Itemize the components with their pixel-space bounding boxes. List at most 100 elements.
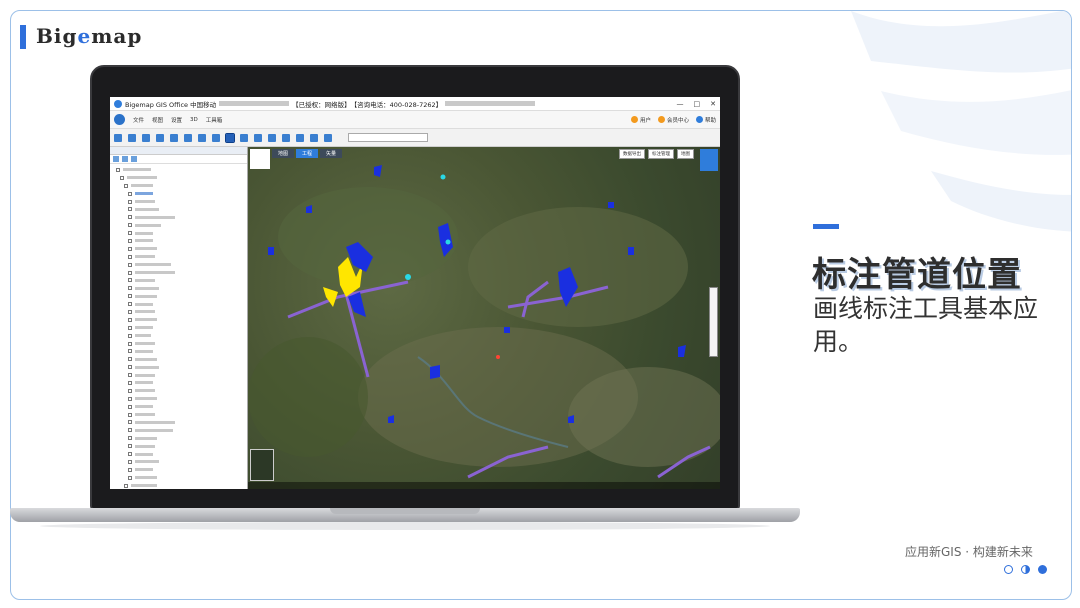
tree-row[interactable] (110, 300, 247, 308)
tree-row[interactable] (110, 276, 247, 284)
tree-row[interactable] (110, 190, 247, 198)
tree-row[interactable] (110, 324, 247, 332)
pipe-segment-blue[interactable] (374, 165, 382, 177)
zoom-slider[interactable] (709, 287, 718, 357)
tree-row[interactable] (110, 379, 247, 387)
tree-row[interactable] (110, 474, 247, 482)
tree-row[interactable] (110, 411, 247, 419)
menu-view[interactable]: 视图 (152, 116, 163, 124)
tree-row[interactable] (110, 221, 247, 229)
layer-checkbox[interactable] (128, 317, 132, 322)
marker-tool-icon[interactable] (254, 133, 262, 142)
tree-row[interactable] (110, 253, 247, 261)
tab-map[interactable]: 地图 (272, 149, 295, 158)
layer-checkbox[interactable] (128, 231, 132, 236)
layer-checkbox[interactable] (128, 341, 132, 346)
menu-file[interactable]: 文件 (133, 116, 144, 124)
layer-checkbox[interactable] (128, 333, 132, 338)
pipe-segment-blue[interactable] (504, 327, 510, 333)
layer-checkbox[interactable] (124, 183, 128, 188)
layer-checkbox[interactable] (128, 238, 132, 243)
minimize-icon[interactable]: — (677, 100, 684, 108)
table-icon[interactable] (170, 133, 178, 142)
layer-checkbox[interactable] (128, 365, 132, 370)
marker-cyan[interactable] (440, 174, 446, 180)
tree-row[interactable] (110, 198, 247, 206)
layer-checkbox[interactable] (128, 215, 132, 220)
tree-row[interactable] (110, 403, 247, 411)
layer-checkbox[interactable] (128, 270, 132, 275)
circle-tool-icon[interactable] (296, 133, 304, 142)
tree-add-icon[interactable] (113, 156, 119, 162)
layer-checkbox[interactable] (128, 278, 132, 283)
open-icon[interactable] (114, 133, 122, 142)
maximize-icon[interactable]: □ (694, 100, 701, 108)
layer-checkbox[interactable] (128, 199, 132, 204)
tree-folder-icon[interactable] (122, 156, 128, 162)
layer-checkbox[interactable] (120, 175, 124, 180)
tree-row[interactable] (110, 363, 247, 371)
tree-row[interactable] (110, 261, 247, 269)
layer-checkbox[interactable] (128, 373, 132, 378)
pager-dot[interactable] (1021, 565, 1030, 574)
layer-checkbox[interactable] (128, 191, 132, 196)
tree-row[interactable] (110, 308, 247, 316)
pipe-segment-blue[interactable] (268, 247, 274, 255)
pipe-segment-blue[interactable] (628, 247, 634, 255)
layer-checkbox[interactable] (124, 483, 128, 488)
rect-select-icon[interactable] (184, 133, 192, 142)
globe-icon[interactable] (114, 114, 125, 125)
close-icon[interactable]: ✕ (710, 100, 716, 108)
tree-row[interactable] (110, 426, 247, 434)
arrow-tool-icon[interactable] (240, 133, 248, 142)
layer-checkbox[interactable] (128, 262, 132, 267)
vip-button[interactable]: 会员中心 (657, 116, 689, 124)
layer-checkbox[interactable] (128, 475, 132, 480)
grid-icon[interactable] (156, 133, 164, 142)
layer-checkbox[interactable] (128, 254, 132, 259)
layer-checkbox[interactable] (128, 309, 132, 314)
layer-checkbox[interactable] (128, 436, 132, 441)
layer-checkbox[interactable] (128, 302, 132, 307)
tree-row[interactable] (110, 205, 247, 213)
layer-checkbox[interactable] (128, 380, 132, 385)
help-button[interactable]: 帮助 (695, 116, 716, 124)
layer-checkbox[interactable] (128, 207, 132, 212)
overview-map[interactable] (250, 449, 274, 481)
layer-checkbox[interactable] (128, 459, 132, 464)
layer-checkbox[interactable] (116, 167, 120, 172)
tree-row[interactable] (110, 419, 247, 427)
basemap-button[interactable]: 地图 (677, 149, 694, 159)
tree-row[interactable] (110, 316, 247, 324)
layer-checkbox[interactable] (128, 223, 132, 228)
map-view[interactable]: 地图 工程 矢量 数据导出 标注管理 地图 (248, 147, 720, 489)
line-tool-icon[interactable] (268, 133, 276, 142)
layer-checkbox[interactable] (128, 357, 132, 362)
rectangle-tool-icon[interactable] (310, 133, 318, 142)
tree-row[interactable] (110, 458, 247, 466)
layer-checkbox[interactable] (128, 452, 132, 456)
export-button[interactable]: 数据导出 (619, 149, 645, 159)
pipe-segment-blue[interactable] (608, 202, 614, 208)
tree-row[interactable] (110, 466, 247, 474)
layer-checkbox[interactable] (128, 396, 132, 401)
layer-checkbox[interactable] (128, 246, 132, 251)
layer-checkbox[interactable] (128, 294, 132, 299)
menu-3d[interactable]: 3D (190, 117, 198, 123)
marker-cyan[interactable] (445, 239, 451, 245)
save-icon[interactable] (128, 133, 136, 142)
polygon-tool-icon[interactable] (282, 133, 290, 142)
text-tool-icon[interactable] (324, 133, 332, 142)
tree-row[interactable] (110, 340, 247, 348)
menu-toolbox[interactable]: 工具箱 (206, 116, 223, 124)
tree-row[interactable] (110, 355, 247, 363)
layer-checkbox[interactable] (128, 325, 132, 330)
layer-checkbox[interactable] (128, 412, 132, 417)
pipe-segment-blue[interactable] (678, 345, 686, 357)
search-icon[interactable] (212, 133, 220, 142)
tree-row[interactable] (110, 174, 247, 182)
layer-checkbox[interactable] (128, 388, 132, 393)
layer-checkbox[interactable] (128, 404, 132, 409)
tree-row[interactable] (110, 434, 247, 442)
measure-icon[interactable] (198, 133, 206, 142)
